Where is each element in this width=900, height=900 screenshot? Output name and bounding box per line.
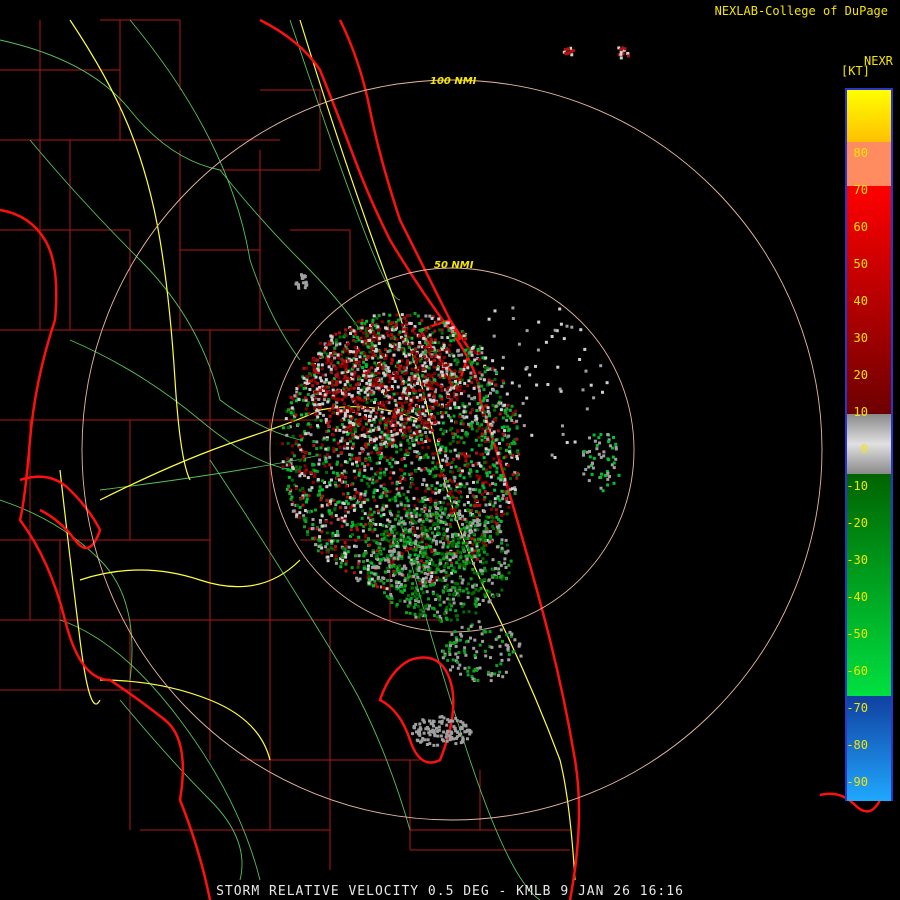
- scale-tick: -40: [846, 590, 868, 604]
- scale-tick: -70: [846, 701, 868, 715]
- county-boundaries: [0, 19, 570, 870]
- velocity-echoes: [281, 46, 631, 747]
- credit-label: NEXLAB-College of DuPage: [714, 4, 888, 18]
- scale-tick: 0: [860, 442, 868, 456]
- ring-label-100: 100 NMI: [430, 76, 477, 87]
- scale-tick: 50: [853, 257, 868, 271]
- scale-tick: 80: [853, 146, 868, 160]
- scale-tick: -80: [846, 738, 868, 752]
- scale-tick: 70: [853, 183, 868, 197]
- radar-map: [0, 18, 882, 900]
- scale-tick: 60: [853, 220, 868, 234]
- scale-tick: -10: [846, 479, 868, 493]
- scale-tick: -60: [846, 664, 868, 678]
- scale-tick: -30: [846, 553, 868, 567]
- product-title: STORM RELATIVE VELOCITY 0.5 DEG - KMLB 9…: [216, 884, 684, 899]
- ring-label-50: 50 NMI: [434, 260, 474, 271]
- coastline: [0, 18, 882, 900]
- scale-tick: 10: [853, 405, 868, 419]
- scale-tick: -20: [846, 516, 868, 530]
- scale-tick: 90: [853, 109, 868, 123]
- scale-seg-green: [847, 474, 891, 696]
- scale-tick: 40: [853, 294, 868, 308]
- scale-tick: 30: [853, 331, 868, 345]
- scale-tick: -90: [846, 775, 868, 789]
- scale-tick: -50: [846, 627, 868, 641]
- scale-tick: 20: [853, 368, 868, 382]
- units-label: [KT]: [841, 64, 870, 78]
